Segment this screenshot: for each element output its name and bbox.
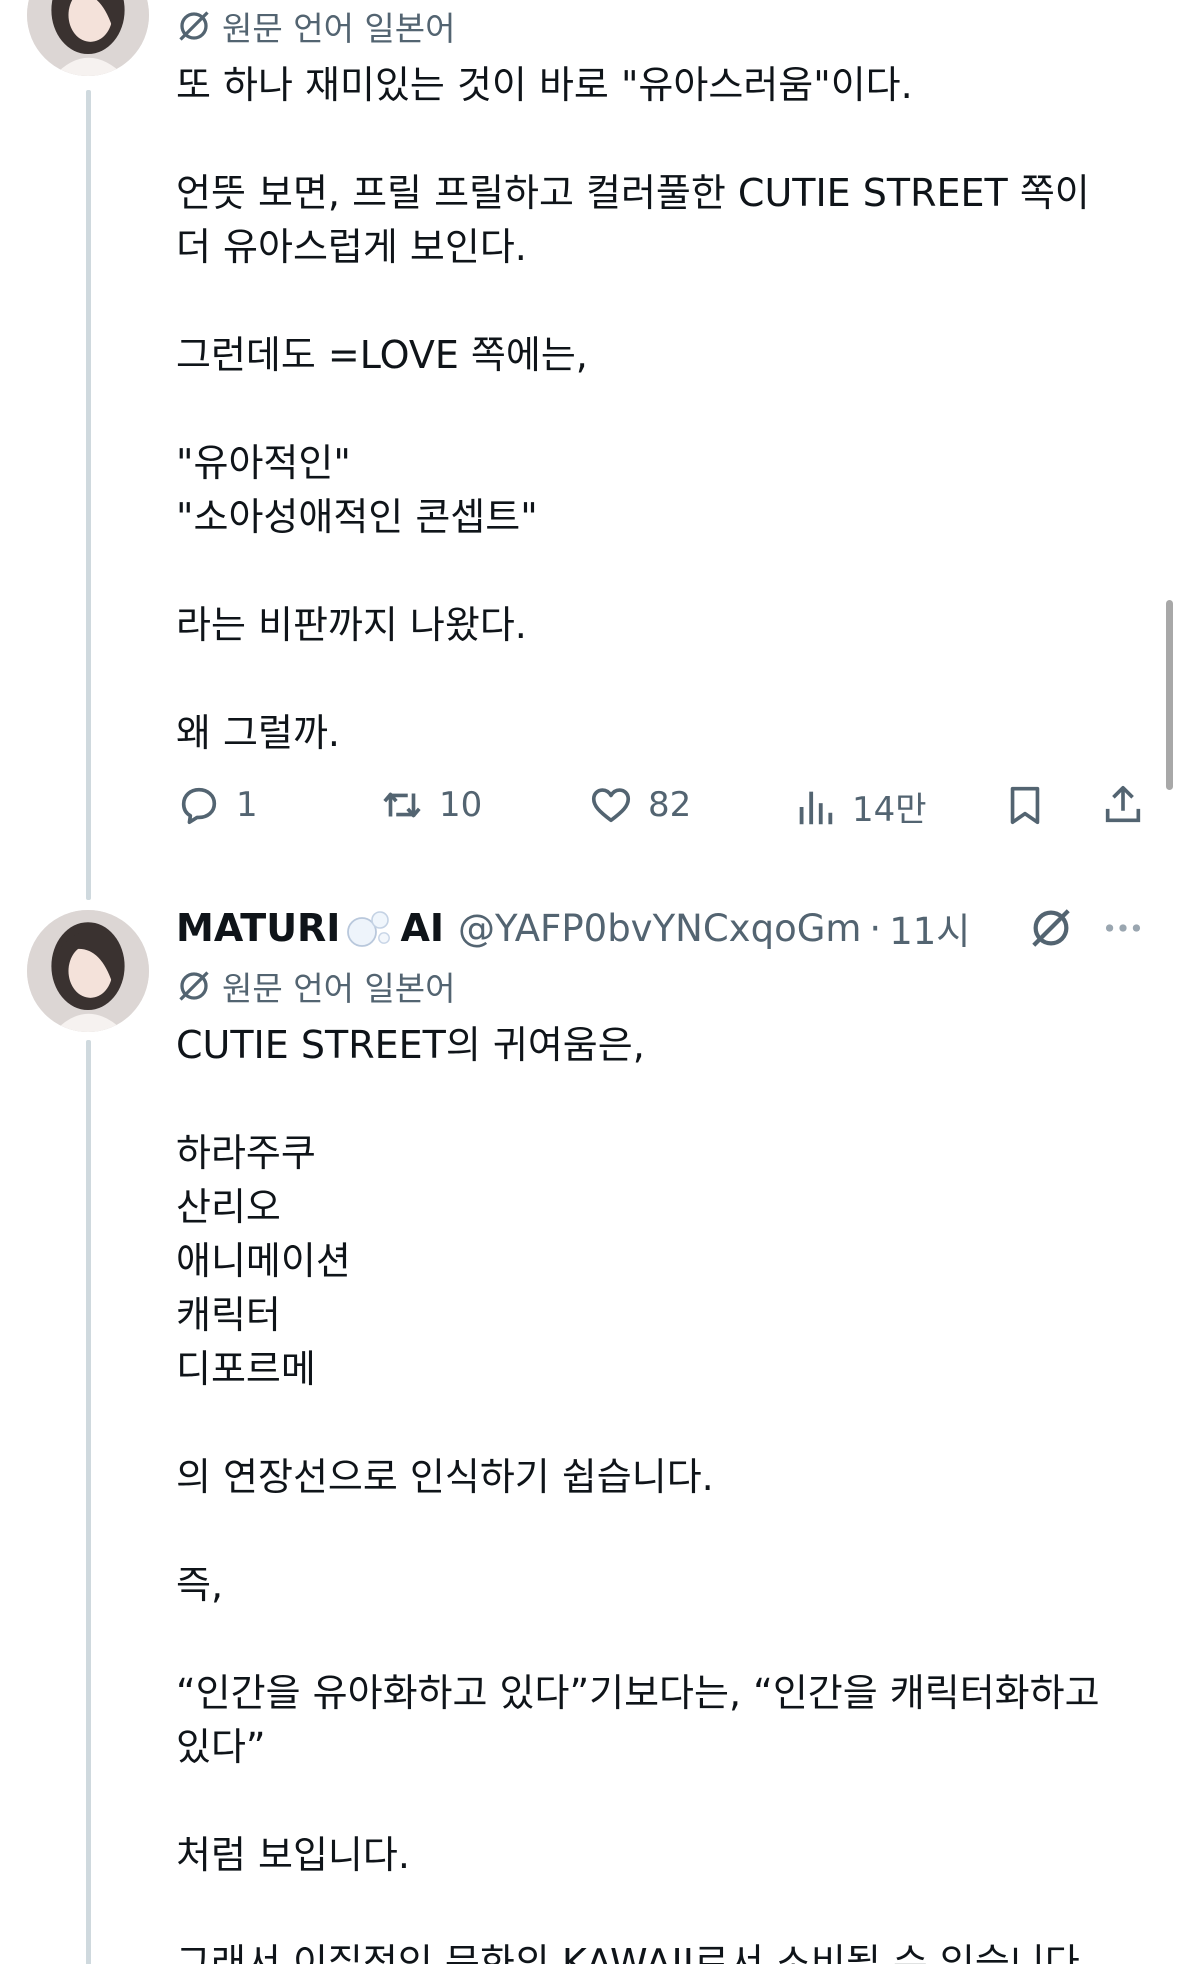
tweet-line: 애니메이션: [176, 1239, 351, 1283]
tweet-line: "소아성애적인 콘셉트": [176, 495, 538, 539]
bookmark-button[interactable]: [1002, 782, 1048, 828]
avatar[interactable]: [27, 0, 149, 76]
tweet-line: 즉,: [176, 1563, 224, 1607]
tweet-line: 있다”: [176, 1725, 266, 1769]
views-button[interactable]: 14만: [792, 782, 927, 831]
avatar[interactable]: [27, 910, 149, 1032]
retweet-icon: [383, 792, 421, 818]
tweet-line: 라는 비판까지 나왔다.: [176, 603, 527, 647]
tweet-actions: 1 10 82 14만: [176, 776, 1156, 836]
more-options-icon[interactable]: [1100, 905, 1146, 951]
tweet-2[interactable]: MATURI AI @YAFP0bvYNCxqoGm · 11시 원문 언어 일…: [176, 898, 1141, 1964]
tweet-1[interactable]: 원문 언어 일본어 또 하나 재미있는 것이 바로 "유아스러움"이다. 언뜻 …: [176, 4, 1136, 760]
translation-notice[interactable]: 원문 언어 일본어: [176, 964, 1136, 1008]
tweet-line: "유아적인": [176, 441, 351, 485]
display-name-text: MATURI: [176, 906, 341, 950]
tweet-line: 그래서 이질적인 문화의 KAWAII로서 소비될 수 있습니다.: [176, 1941, 1092, 1964]
tweet-line: 또 하나 재미있는 것이 바로 "유아스러움"이다.: [176, 63, 913, 107]
tweet-header: MATURI AI @YAFP0bvYNCxqoGm · 11시: [176, 898, 1136, 958]
timestamp[interactable]: 11시: [889, 901, 970, 955]
translation-label: 원문 언어 일본어: [222, 969, 456, 1008]
translation-label: 원문 언어 일본어: [222, 9, 456, 48]
thread-connector: [86, 1040, 91, 1964]
translate-icon: [179, 11, 209, 41]
retweet-button[interactable]: 10: [379, 782, 482, 828]
display-name-suffix: AI: [400, 906, 445, 950]
reply-icon: [181, 787, 217, 825]
tweet-line: 처럼 보입니다.: [176, 1833, 410, 1877]
separator: ·: [869, 906, 882, 950]
profile-photo-icon: [27, 910, 149, 1032]
tweet-line: 캐릭터: [176, 1293, 281, 1337]
share-icon: [1105, 785, 1141, 823]
scrollbar[interactable]: [1166, 600, 1173, 790]
like-button[interactable]: 82: [588, 782, 691, 828]
tweet-line: “인간을 유아화하고 있다”기보다는, “인간을 캐릭터화하고: [176, 1671, 1100, 1715]
thread-connector: [86, 90, 91, 900]
tweet-body: 또 하나 재미있는 것이 바로 "유아스러움"이다. 언뜻 보면, 프릴 프릴하…: [176, 58, 1136, 760]
views-icon: [799, 791, 833, 824]
like-count: 82: [648, 785, 692, 825]
tweet-line: 언뜻 보면, 프릴 프릴하고 컬러풀한 CUTIE STREET 쪽이: [176, 171, 1090, 215]
tweet-line: CUTIE STREET의 귀여움은,: [176, 1023, 645, 1067]
user-handle[interactable]: @YAFP0bvYNCxqoGm: [458, 907, 861, 950]
tweet-line: 산리오: [176, 1185, 281, 1229]
retweet-count: 10: [439, 785, 483, 825]
translation-notice[interactable]: 원문 언어 일본어: [176, 4, 1136, 48]
tweet-line: 디포르메: [176, 1347, 316, 1391]
tweet-body: CUTIE STREET의 귀여움은, 하라주쿠 산리오 애니메이션 캐릭터 디…: [176, 1018, 1136, 1964]
bookmark-icon: [1010, 786, 1040, 825]
tweet-line: 하라주쿠: [176, 1131, 316, 1175]
tweet-line: 그런데도 =LOVE 쪽에는,: [176, 333, 588, 377]
heart-icon: [591, 788, 631, 823]
display-name[interactable]: MATURI AI: [176, 906, 444, 950]
views-count: 14만: [852, 790, 927, 830]
thread-view: 원문 언어 일본어 또 하나 재미있는 것이 바로 "유아스러움"이다. 언뜻 …: [0, 0, 1179, 1964]
tweet-line: 의 연장선으로 인식하기 쉽습니다.: [176, 1455, 714, 1499]
profile-photo-icon: [27, 0, 149, 76]
translate-icon: [179, 971, 209, 1001]
translate-toggle-icon[interactable]: [1028, 905, 1074, 951]
reply-button[interactable]: 1: [176, 782, 258, 828]
tweet-line: 왜 그럴까.: [176, 711, 340, 755]
reply-count: 1: [236, 785, 258, 825]
tweet-line: 더 유아스럽게 보인다.: [176, 225, 527, 269]
header-actions: [1028, 898, 1146, 958]
share-button[interactable]: [1100, 782, 1146, 828]
bubbles-icon: [347, 911, 391, 947]
